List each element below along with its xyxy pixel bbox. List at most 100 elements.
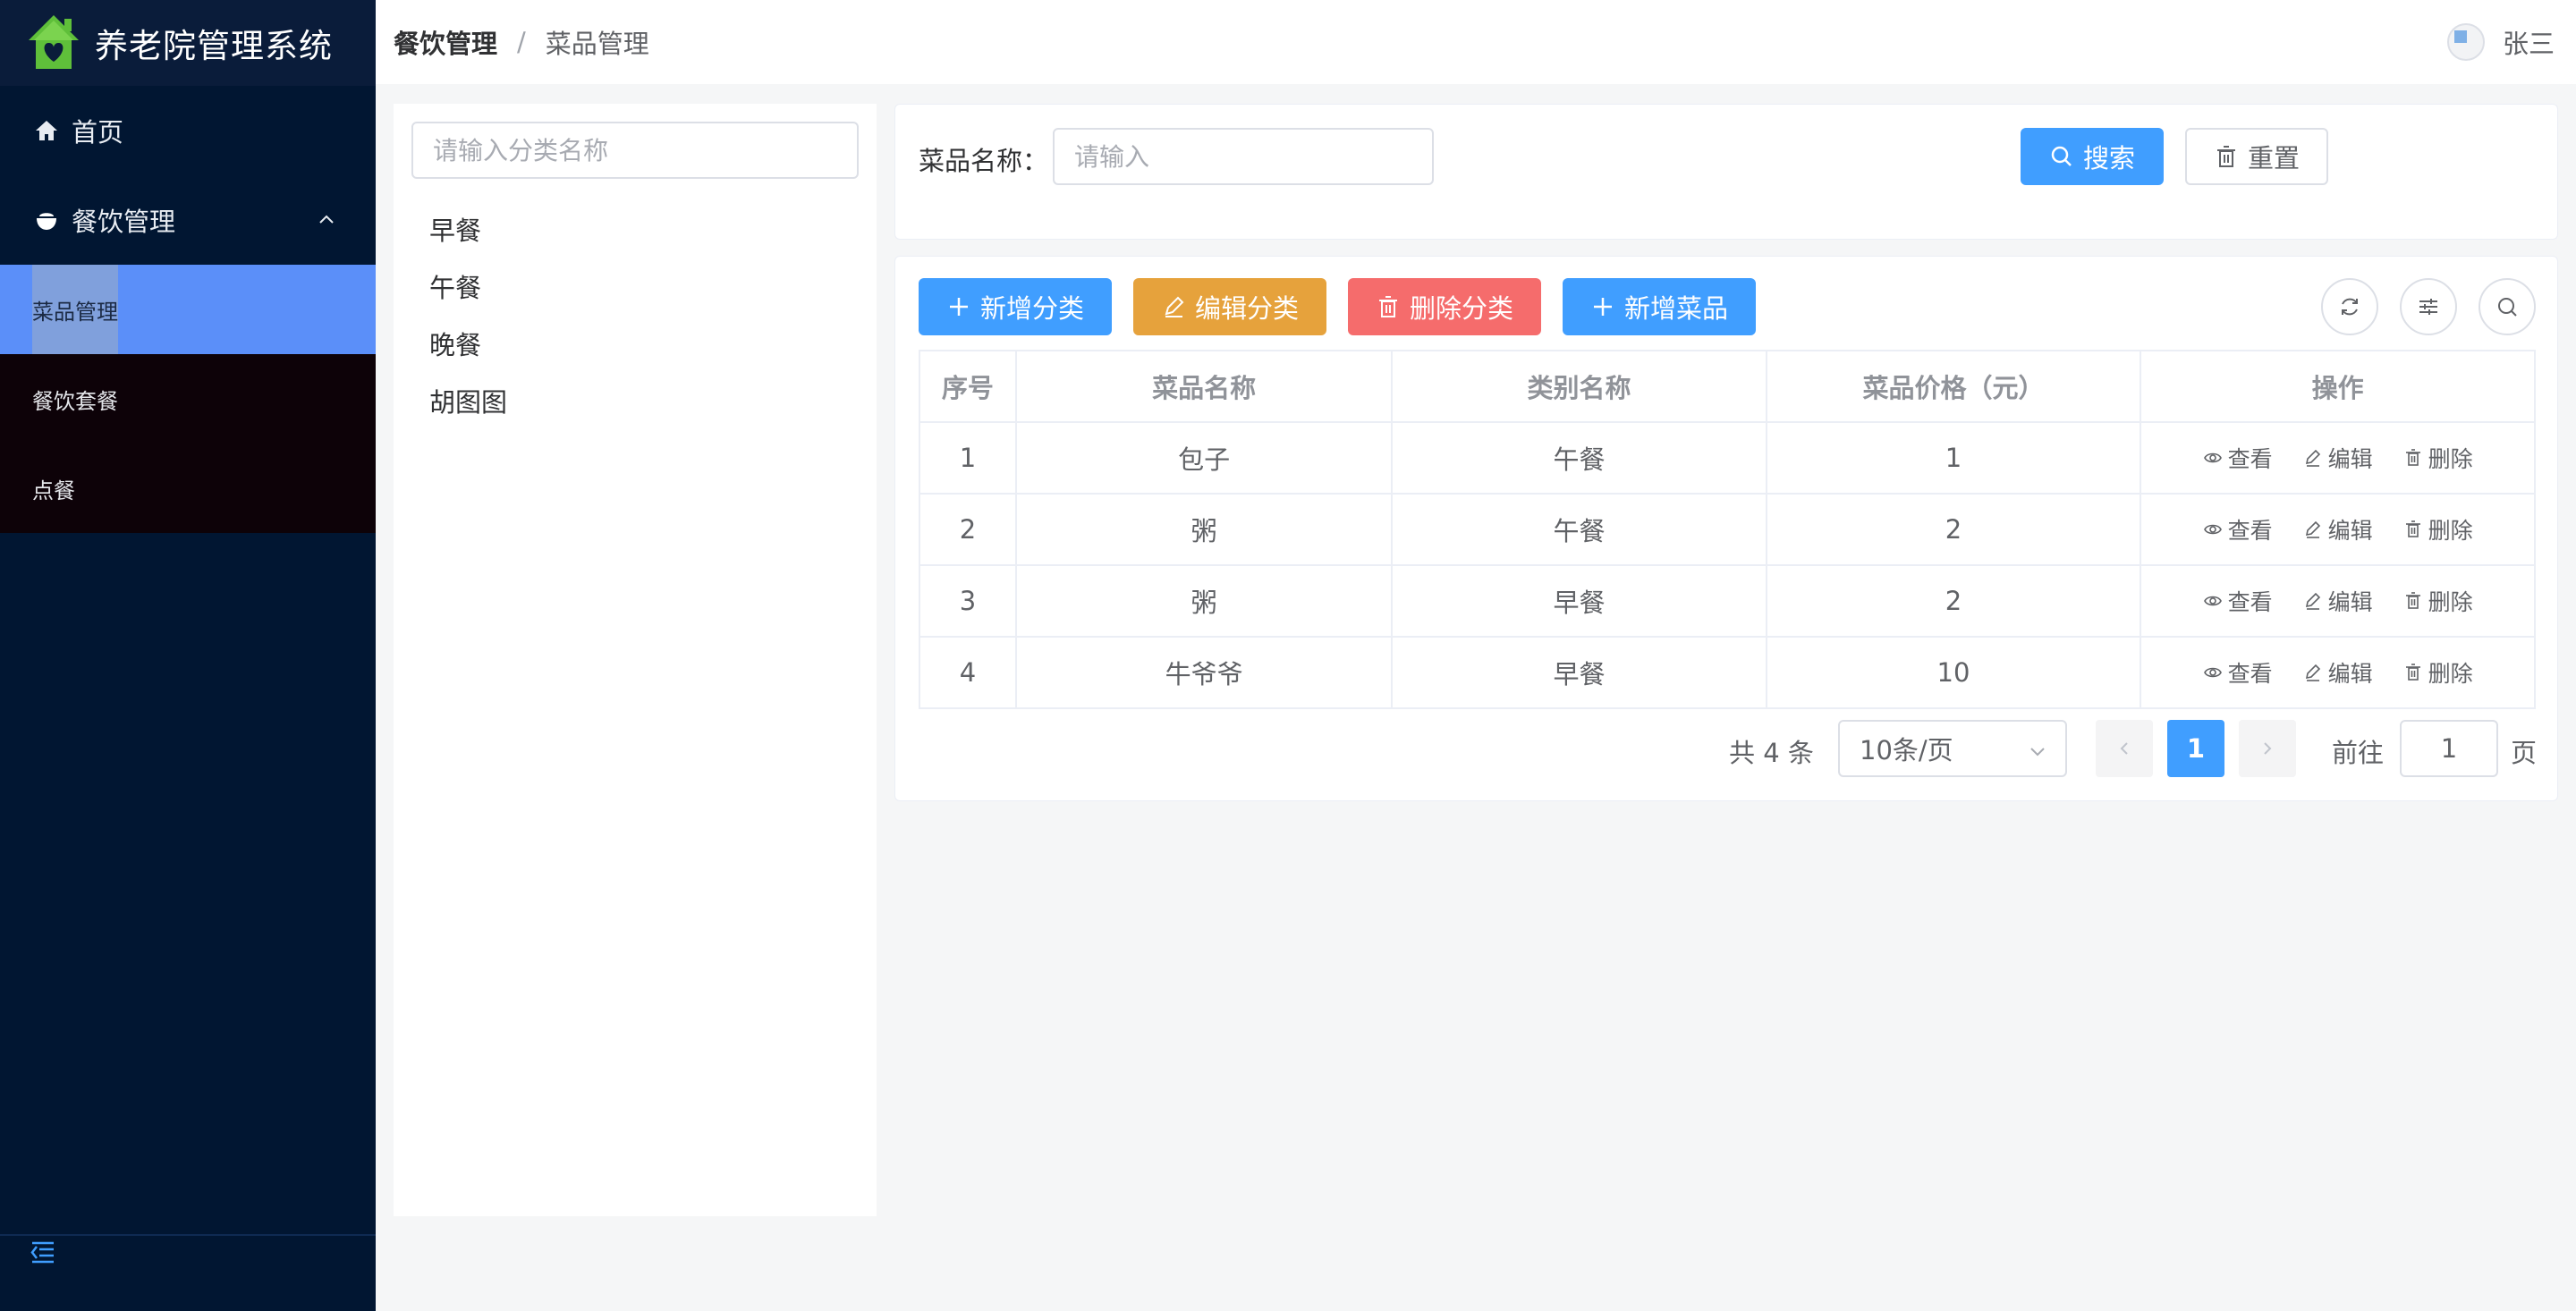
plus-icon [1593,298,1612,316]
next-page-button[interactable] [2239,720,2296,777]
table-header-row: 序号 菜品名称 类别名称 菜品价格（元） 操作 [919,350,2536,423]
edit-icon [2305,664,2320,681]
chevron-left-icon [2120,742,2128,755]
category-search-input[interactable] [411,122,859,179]
category-item[interactable]: 早餐 [429,202,507,259]
dish-price: 10 [1765,636,2142,709]
delete-category-button[interactable]: 删除分类 [1348,278,1541,335]
column-settings-button[interactable] [2400,278,2457,335]
edit-button[interactable]: 编辑 [2303,656,2373,689]
sidebar-group-label: 餐饮管理 [72,207,176,237]
goto-page-input[interactable] [2400,720,2498,777]
delete-button[interactable]: 删除 [2403,656,2473,689]
breadcrumb-item-catering[interactable]: 餐饮管理 [394,23,497,61]
edit-button[interactable]: 编辑 [2303,585,2373,617]
page-number-current[interactable]: 1 [2167,720,2224,777]
dish-price: 2 [1765,493,2142,566]
delete-label: 删除 [2428,518,2473,544]
home-icon [36,121,57,140]
category-name: 午餐 [1391,421,1767,495]
row-index: 3 [919,564,1017,638]
dish-name: 牛爷爷 [1014,636,1394,709]
delete-label: 删除 [2428,446,2473,472]
view-button[interactable]: 查看 [2203,656,2273,689]
prev-page-button[interactable] [2096,720,2153,777]
edit-category-button[interactable]: 编辑分类 [1133,278,1326,335]
row-index: 1 [919,421,1017,495]
user-menu[interactable]: 张三 [2446,23,2555,61]
sidebar-item-order[interactable]: 点餐 [0,444,376,533]
add-category-button[interactable]: 新增分类 [919,278,1112,335]
search-icon [2051,146,2072,166]
dish-table: 序号 菜品名称 类别名称 菜品价格（元） 操作 1 包子 午餐 1 查看 编辑 删除 2 粥午餐… [919,350,2536,709]
edit-icon [1165,296,1184,317]
column-header: 序号 [919,350,1017,423]
eye-icon [2203,453,2222,463]
trash-icon [2405,592,2420,609]
sidebar-item-label: 首页 [72,117,124,148]
sidebar-item-meal-package[interactable]: 餐饮套餐 [0,354,376,444]
search-button[interactable]: 搜索 [2021,128,2164,185]
refresh-button[interactable] [2321,278,2378,335]
delete-label: 删除 [2428,589,2473,615]
category-item[interactable]: 午餐 [429,259,507,317]
category-name: 早餐 [1391,564,1767,638]
page-size-select[interactable]: 10条/页 [1838,720,2067,777]
edit-icon [2305,520,2320,538]
row-index: 2 [919,493,1017,566]
toggle-search-button[interactable] [2479,278,2536,335]
trash-icon [2405,664,2420,681]
search-icon [2498,298,2517,317]
column-header: 菜品价格（元） [1765,350,2142,423]
view-button[interactable]: 查看 [2203,442,2273,474]
table-row: 3 粥早餐 2 查看 编辑 删除 [919,564,2536,638]
breadcrumb: 餐饮管理 / 菜品管理 [376,23,649,61]
divider [0,1234,376,1236]
trash-icon [2216,146,2235,167]
reset-button-label: 重置 [2247,143,2300,173]
row-actions: 查看 编辑 删除 [2140,636,2536,709]
chevron-up-icon [319,215,334,224]
reset-button[interactable]: 重置 [2185,128,2328,185]
edit-button[interactable]: 编辑 [2303,513,2373,546]
edit-button[interactable]: 编辑 [2303,442,2373,474]
edit-label: 编辑 [2327,446,2373,472]
row-actions: 查看 编辑 删除 [2140,421,2536,495]
collapse-menu-icon[interactable] [29,1238,57,1266]
edit-category-label: 编辑分类 [1194,293,1299,324]
column-header: 类别名称 [1391,350,1767,423]
logo[interactable]: 养老院管理系统 [0,0,376,86]
delete-button[interactable]: 删除 [2403,513,2473,546]
delete-button[interactable]: 删除 [2403,442,2473,474]
eye-icon [2203,667,2222,678]
user-name: 张三 [2502,29,2555,59]
add-dish-label: 新增菜品 [1623,293,1728,324]
dish-name: 粥 [1014,493,1394,566]
add-category-label: 新增分类 [979,293,1084,324]
row-index: 4 [919,636,1017,709]
app-title: 养老院管理系统 [95,27,333,65]
add-dish-button[interactable]: 新增菜品 [1563,278,1756,335]
eye-icon [2203,596,2222,606]
table-row: 2 粥午餐 2 查看 编辑 删除 [919,493,2536,566]
dish-name-input[interactable] [1053,128,1434,185]
category-item[interactable]: 胡图图 [429,374,507,431]
refresh-icon [2342,298,2358,316]
sidebar-group-catering[interactable]: 餐饮管理 [0,175,376,265]
sidebar-item-label: 餐饮套餐 [32,388,118,414]
category-item[interactable]: 晚餐 [429,317,507,374]
view-label: 查看 [2227,518,2273,544]
view-label: 查看 [2227,446,2273,472]
sidebar-item-dish-management[interactable]: 菜品管理 [0,265,376,354]
delete-button[interactable]: 删除 [2403,585,2473,617]
header: 餐饮管理 / 菜品管理 张三 [376,0,2576,84]
dish-table-card: 新增分类 编辑分类 删除分类 新增菜品 序号 菜品名称 类别名称 菜品价格（元）… [894,256,2558,801]
dish-price: 1 [1765,421,2142,495]
row-actions: 查看 编辑 删除 [2140,493,2536,566]
sidebar-item-home[interactable]: 首页 [0,86,376,175]
sidebar-item-label: 菜品管理 [32,265,118,354]
view-button[interactable]: 查看 [2203,585,2273,617]
view-button[interactable]: 查看 [2203,513,2273,546]
avatar[interactable] [2446,23,2485,61]
dish-price: 2 [1765,564,2142,638]
